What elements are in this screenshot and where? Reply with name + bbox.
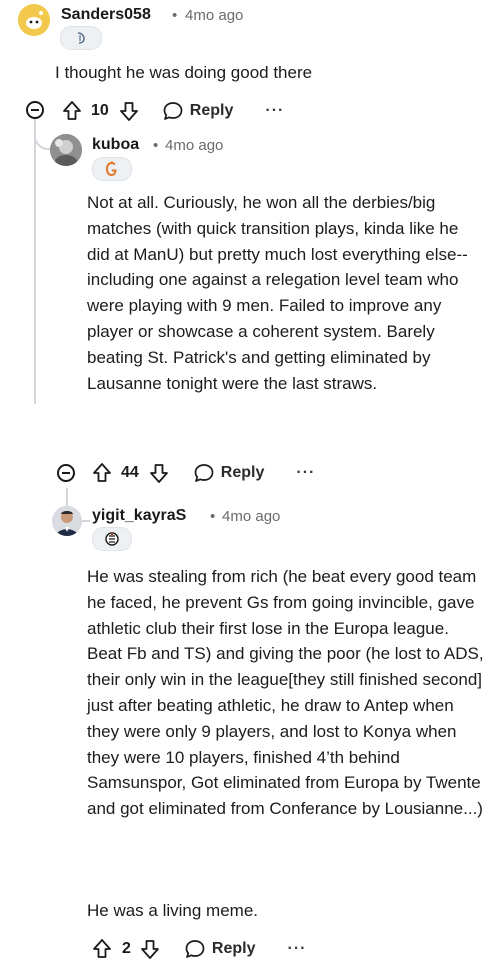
more-options-button[interactable]: ··· xyxy=(265,102,284,120)
comment-actions: 44 Reply ··· xyxy=(92,459,315,487)
downvote-icon xyxy=(149,464,168,483)
galatasaray-crest-icon xyxy=(105,161,117,177)
avatar[interactable] xyxy=(52,506,82,536)
reply-icon xyxy=(163,102,183,120)
collapse-thread-button[interactable] xyxy=(26,101,44,119)
upvote-icon xyxy=(93,939,111,958)
upvote-button[interactable] xyxy=(62,100,82,122)
username[interactable]: yigit_kayraS xyxy=(92,507,186,525)
upvote-icon xyxy=(63,101,81,120)
comment-actions: 2 Reply ··· xyxy=(92,935,306,963)
vote-count: 44 xyxy=(121,464,139,481)
downvote-button[interactable] xyxy=(119,100,139,122)
comment-body: He was stealing from rich (he beat every… xyxy=(87,567,484,819)
reply-button[interactable]: Reply xyxy=(193,462,265,484)
thread-line[interactable] xyxy=(34,124,36,404)
reply-icon xyxy=(194,464,214,482)
username[interactable]: Sanders058 xyxy=(61,6,151,24)
vote-count: 2 xyxy=(122,940,131,957)
comment-body: Not at all. Curiously, he won all the de… xyxy=(87,193,468,393)
avatar[interactable] xyxy=(50,134,82,166)
separator: • xyxy=(153,137,159,154)
separator: • xyxy=(172,7,178,24)
comment-body: I thought he was doing good there xyxy=(55,63,313,82)
avatar[interactable] xyxy=(18,4,50,36)
upvote-button[interactable] xyxy=(92,462,112,484)
comment-actions: 10 Reply ··· xyxy=(62,97,284,125)
reply-button[interactable]: Reply xyxy=(162,100,234,122)
more-options-button[interactable]: ··· xyxy=(296,464,315,482)
downvote-button[interactable] xyxy=(149,462,169,484)
downvote-button[interactable] xyxy=(140,938,160,960)
collapse-thread-button[interactable] xyxy=(57,464,75,482)
reply-label: Reply xyxy=(189,102,234,119)
club-crest-icon xyxy=(77,32,85,44)
username[interactable]: kuboa xyxy=(92,136,139,154)
comment-body-paragraph: He was a living meme. xyxy=(87,901,259,920)
downvote-icon xyxy=(119,102,138,121)
timestamp[interactable]: 4mo ago xyxy=(165,137,223,154)
reply-button[interactable]: Reply xyxy=(184,938,256,960)
user-flair xyxy=(60,26,102,50)
user-flair xyxy=(92,157,132,181)
upvote-icon xyxy=(93,463,111,482)
timestamp[interactable]: 4mo ago xyxy=(222,508,280,525)
user-flair xyxy=(92,527,132,551)
reply-label: Reply xyxy=(220,464,265,481)
reply-icon xyxy=(185,940,205,958)
reply-label: Reply xyxy=(211,940,256,957)
separator: • xyxy=(210,508,216,525)
besiktas-crest-icon xyxy=(105,532,119,546)
more-options-button[interactable]: ··· xyxy=(287,940,306,958)
downvote-icon xyxy=(141,940,159,959)
vote-count: 10 xyxy=(91,102,109,119)
timestamp[interactable]: 4mo ago xyxy=(185,7,243,24)
upvote-button[interactable] xyxy=(92,938,112,960)
